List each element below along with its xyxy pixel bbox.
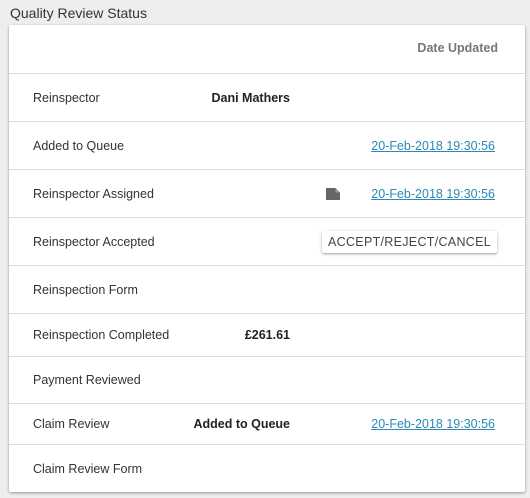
quality-review-card: Date Updated Reinspector Dani Mathers Ad… (9, 25, 525, 492)
row-reinspection-form: Reinspection Form (9, 266, 525, 314)
claim-review-status: Added to Queue (193, 417, 290, 431)
accept-reject-cancel-button[interactable]: ACCEPT/REJECT/CANCEL (322, 230, 497, 253)
section-title: Quality Review Status (10, 5, 147, 21)
row-reinspector-accepted: Reinspector Accepted ACCEPT/REJECT/CANCE… (9, 218, 525, 266)
row-label: Claim Review (33, 417, 110, 431)
row-label: Reinspector Accepted (33, 234, 155, 249)
row-reinspector-assigned: Reinspector Assigned 20-Feb-2018 19:30:5… (9, 170, 525, 218)
row-label: Reinspector (33, 90, 100, 105)
row-label: Added to Queue (33, 138, 125, 153)
row-label: Payment Reviewed (33, 373, 141, 387)
row-label: Reinspection Form (33, 282, 138, 297)
row-reinspector: Reinspector Dani Mathers (9, 74, 525, 122)
date-updated-header: Date Updated (417, 41, 498, 55)
row-payment-reviewed: Payment Reviewed (9, 357, 525, 404)
row-label: Reinspector Assigned (33, 186, 154, 201)
row-reinspection-completed: Reinspection Completed £261.61 (9, 314, 525, 357)
row-label: Reinspection Completed (33, 328, 170, 342)
table-header: Date Updated (9, 25, 525, 74)
reinspection-amount: £261.61 (244, 328, 290, 342)
document-icon[interactable] (326, 187, 340, 200)
row-label: Claim Review Form (33, 461, 143, 476)
row-claim-review-form: Claim Review Form (9, 445, 525, 492)
row-added-to-queue: Added to Queue 20-Feb-2018 19:30:56 (9, 122, 525, 170)
date-link[interactable]: 20-Feb-2018 19:30:56 (371, 187, 495, 201)
date-link[interactable]: 20-Feb-2018 19:30:56 (371, 417, 495, 431)
date-link[interactable]: 20-Feb-2018 19:30:56 (371, 139, 495, 153)
reinspector-name: Dani Mathers (211, 90, 291, 105)
row-claim-review: Claim Review Added to Queue 20-Feb-2018 … (9, 404, 525, 445)
